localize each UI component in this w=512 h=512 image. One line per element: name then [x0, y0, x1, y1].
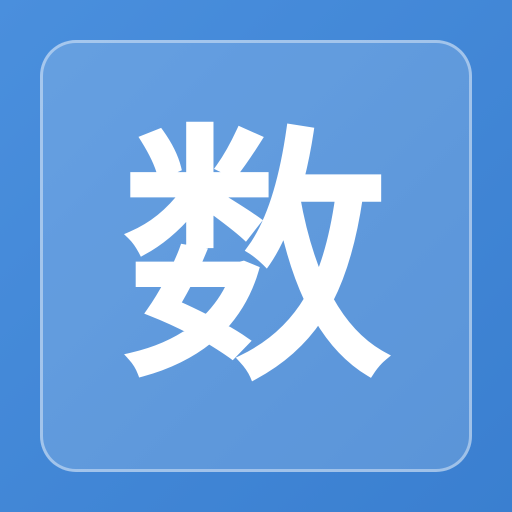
- icon-tile: 数: [40, 40, 472, 472]
- app-icon: 数: [0, 0, 512, 512]
- character-glyph: 数: [121, 102, 391, 417]
